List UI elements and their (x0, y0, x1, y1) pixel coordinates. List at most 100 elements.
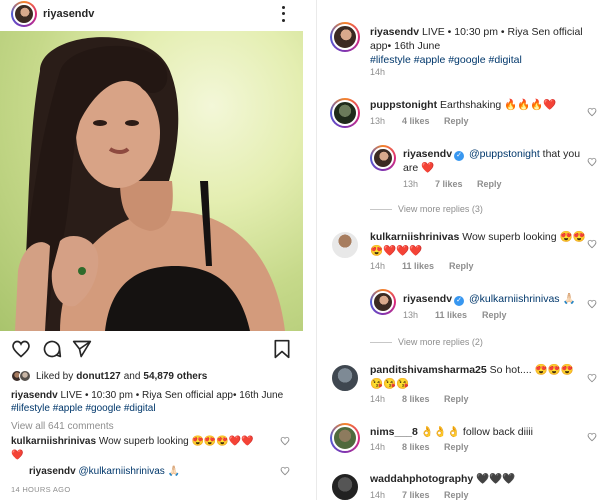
caption-username[interactable]: riyasendv (370, 26, 419, 38)
more-options-icon[interactable] (278, 4, 288, 24)
comment-time: 13h (403, 310, 419, 320)
reply-button[interactable]: Reply (444, 442, 469, 452)
comment-username[interactable]: riyasendv (403, 293, 452, 305)
post-comment: kulkarniishrinivas Wow superb looking 😍😍… (11, 435, 273, 463)
comment-text: So hot.... 😍😍😍 (489, 364, 574, 376)
small-heart-icon[interactable] (280, 436, 290, 446)
small-heart-icon[interactable] (587, 107, 597, 117)
share-icon[interactable] (72, 339, 92, 359)
comment-text: 😍❤️❤️❤️ (370, 245, 423, 257)
reply-button[interactable]: Reply (449, 261, 474, 271)
small-heart-icon[interactable] (587, 373, 597, 383)
comment-likes[interactable]: 8 likes (402, 394, 444, 404)
comment-meta: 14h 7 likes Reply (370, 490, 469, 500)
comment-text: Wow superb looking 😍😍 (462, 231, 586, 243)
panel-caption: riyasendv LIVE • 10:30 pm • Riya Sen off… (370, 25, 595, 67)
comment-meta: 14h 11 likes Reply (370, 261, 474, 271)
commenter-avatar[interactable] (330, 98, 360, 128)
liked-by-user[interactable]: donut127 (76, 371, 120, 382)
comment-time: 13h (370, 116, 386, 126)
comment-username[interactable]: kulkarniishrinivas (11, 436, 96, 447)
comment-likes[interactable]: 4 likes (402, 116, 444, 126)
reply-button[interactable]: Reply (444, 490, 469, 500)
comment-text: that you (542, 148, 581, 160)
comment-time: 14h (370, 490, 386, 500)
likes-row[interactable]: Liked by donut127 and 54,879 others (11, 369, 210, 383)
post-comment-reply: riyasendv @kulkarniishrinivas 🙏🏻 (29, 465, 269, 479)
small-heart-icon[interactable] (280, 466, 290, 476)
small-heart-icon[interactable] (587, 432, 597, 442)
comment-icon[interactable] (42, 339, 62, 359)
caption-hashtags[interactable]: #lifestyle #apple #google #digital (370, 54, 522, 66)
liker-avatar (19, 370, 31, 382)
small-heart-icon[interactable] (587, 299, 597, 309)
comment-username[interactable]: riyasendv (29, 466, 76, 477)
comment-username[interactable]: puppstonight (370, 99, 437, 111)
view-all-comments-link[interactable]: View all 641 comments (11, 421, 114, 432)
reply-button[interactable]: Reply (444, 116, 469, 126)
comment-time: 14h (370, 394, 386, 404)
comment-meta: 13h 7 likes Reply (403, 179, 502, 189)
comment-likes[interactable]: 8 likes (402, 442, 444, 452)
post-photo[interactable] (0, 31, 303, 331)
comment-likes[interactable]: 7 likes (402, 490, 444, 500)
view-more-replies-link[interactable]: View more replies (3) (370, 204, 483, 214)
hashtag[interactable]: #lifestyle (11, 403, 50, 414)
save-icon[interactable] (272, 339, 292, 359)
comment-mention[interactable]: @puppstonight (469, 148, 540, 160)
caption-text: LIVE • 10:30 pm • Riya Sen official app•… (60, 390, 284, 401)
comment-username[interactable]: riyasendv (403, 148, 452, 160)
post-username[interactable]: riyasendv (43, 8, 94, 20)
post-avatar[interactable] (11, 1, 37, 27)
comment-time: 13h (403, 179, 419, 189)
comment-text: 🙏🏻 (562, 293, 576, 305)
small-heart-icon[interactable] (587, 239, 597, 249)
comment-username[interactable]: panditshivamsharma25 (370, 364, 487, 376)
commenter-avatar[interactable] (330, 363, 360, 393)
verified-icon: ✓ (454, 296, 465, 306)
comment-reply: riyasendv ✓ @kulkarniishrinivas 🙏🏻 (403, 292, 593, 306)
commenter-avatar[interactable] (370, 145, 396, 171)
hashtag[interactable]: #google (86, 403, 122, 414)
comment-likes[interactable]: 11 likes (435, 310, 482, 320)
comment: waddahphotography 🖤🖤🖤 (370, 472, 595, 486)
comment-likes[interactable]: 11 likes (402, 261, 449, 271)
comment-username[interactable]: nims___8 (370, 426, 418, 438)
reply-button[interactable]: Reply (482, 310, 507, 320)
commenter-avatar[interactable] (330, 423, 360, 453)
small-heart-icon[interactable] (587, 157, 597, 167)
post-card: riyasendv Liked by donut127 and 54,879 o… (0, 0, 303, 500)
comment-text-wrap: ❤️ (11, 450, 24, 461)
post-header: riyasendv (0, 0, 303, 28)
comment-username[interactable]: kulkarniishrinivas (370, 231, 459, 243)
reply-button[interactable]: Reply (477, 179, 502, 189)
comment-meta: 14h 8 likes Reply (370, 442, 469, 452)
likes-others[interactable]: 54,879 others (143, 371, 207, 382)
comment-mention[interactable]: @kulkarniishrinivas (469, 293, 560, 305)
comment-username[interactable]: waddahphotography (370, 473, 473, 485)
comment-mention[interactable]: @kulkarniishrinivas (78, 466, 164, 477)
caption-text: LIVE • 10:30 pm • Riya Sen official (421, 26, 583, 38)
comment-meta: 13h 11 likes Reply (403, 310, 507, 320)
caption-username[interactable]: riyasendv (11, 390, 58, 401)
comment-likes[interactable]: 7 likes (435, 179, 477, 189)
commenter-avatar[interactable] (330, 22, 360, 52)
commenter-avatar[interactable] (330, 472, 360, 500)
comment-text: are ❤️ (403, 162, 435, 174)
commenter-avatar[interactable] (330, 230, 360, 260)
comment-meta: 14h 8 likes Reply (370, 394, 469, 404)
comment-time: 14h (370, 67, 386, 77)
comment: panditshivamsharma25 So hot.... 😍😍😍 😘😘😘 (370, 363, 595, 391)
comment-meta: 13h 4 likes Reply (370, 116, 469, 126)
reply-button[interactable]: Reply (444, 394, 469, 404)
view-more-replies-link[interactable]: View more replies (2) (370, 337, 483, 347)
comment-text: 👌👌👌 follow back diiii (420, 426, 533, 438)
verified-icon: ✓ (454, 151, 465, 161)
view-more-text[interactable]: View more replies (3) (398, 204, 483, 214)
hashtag[interactable]: #digital (124, 403, 156, 414)
like-icon[interactable] (11, 339, 31, 359)
commenter-avatar[interactable] (370, 289, 396, 315)
post-caption: riyasendv LIVE • 10:30 pm • Riya Sen off… (11, 389, 296, 415)
view-more-text[interactable]: View more replies (2) (398, 337, 483, 347)
hashtag[interactable]: #apple (53, 403, 83, 414)
